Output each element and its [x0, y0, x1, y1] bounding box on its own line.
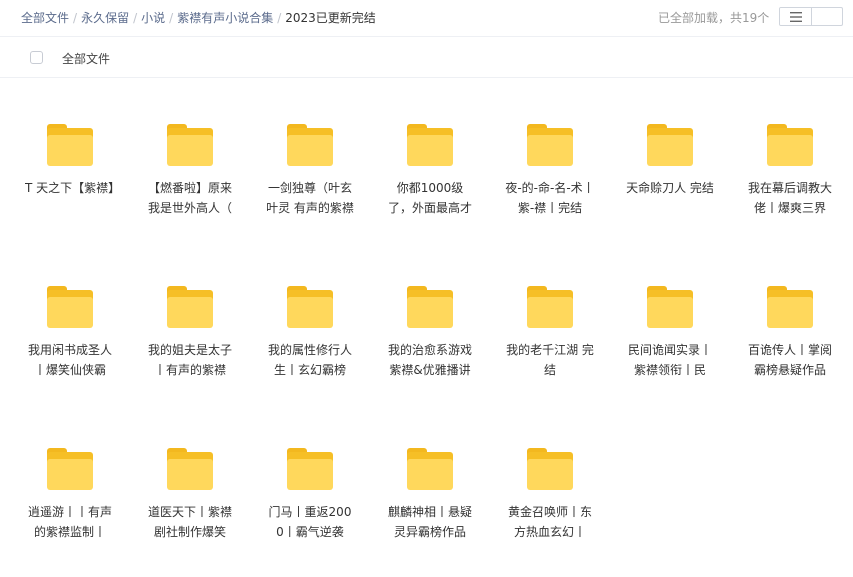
folder-item[interactable]: 麒麟神相丨悬疑灵异霸榜作品 — [380, 448, 480, 542]
folder-name: 麒麟神相丨悬疑灵异霸榜作品 — [387, 505, 472, 539]
folder-name: 民间诡闻实录丨紫襟领衔丨民 — [627, 343, 712, 377]
folder-item[interactable]: 门马丨重返2000丨霸气逆袭 — [260, 448, 360, 542]
folder-icon — [167, 286, 213, 328]
folder-name: 我在幕后调教大佬丨爆爽三界 — [747, 181, 832, 215]
folder-name: 我用闲书成圣人丨爆笑仙侠霸 — [27, 343, 112, 377]
folder-name: 我的属性修行人生丨玄幻霸榜 — [267, 343, 352, 377]
folder-icon — [167, 448, 213, 490]
folder-icon — [647, 124, 693, 166]
folder-item[interactable]: 逍遥游丨丨有声的紫襟监制丨 — [20, 448, 120, 542]
folder-icon — [47, 448, 93, 490]
folder-icon — [647, 286, 693, 328]
folder-item[interactable]: 黄金召唤师丨东方热血玄幻丨 — [500, 448, 600, 542]
folder-icon — [407, 286, 453, 328]
list-header: 全部文件 — [0, 37, 853, 78]
breadcrumb-item-all-files[interactable]: 全部文件 — [21, 11, 69, 25]
breadcrumb-separator: / — [73, 11, 78, 25]
folder-item[interactable]: 我的姐夫是太子丨有声的紫襟 — [140, 286, 240, 380]
select-all-checkbox[interactable] — [30, 51, 43, 64]
folder-name: 天命赊刀人 完结 — [626, 181, 714, 195]
folder-icon — [47, 124, 93, 166]
folder-item[interactable]: 夜-的-命-名-术丨紫-襟丨完结 — [500, 124, 600, 218]
folder-name: 逍遥游丨丨有声的紫襟监制丨 — [27, 505, 112, 539]
folder-grid: T 天之下【紫襟】 【燃番啦】原来我是世外高人（ 一剑独尊（叶玄叶灵 有声的紫襟 你都… — [0, 78, 853, 577]
folder-name: 黄金召唤师丨东方热血玄幻丨 — [507, 505, 592, 539]
folder-icon — [287, 124, 333, 166]
folder-item[interactable]: 我在幕后调教大佬丨爆爽三界 — [740, 124, 840, 218]
folder-name: 我的姐夫是太子丨有声的紫襟 — [147, 343, 232, 377]
folder-item[interactable]: 我的属性修行人生丨玄幻霸榜 — [260, 286, 360, 380]
folder-icon — [287, 286, 333, 328]
folder-item[interactable]: 我用闲书成圣人丨爆笑仙侠霸 — [20, 286, 120, 380]
breadcrumb-item-collection[interactable]: 紫襟有声小说合集 — [177, 11, 273, 25]
folder-name: 你都1000级了，外面最高才 — [387, 181, 472, 215]
breadcrumb-separator: / — [169, 11, 174, 25]
folder-icon — [767, 124, 813, 166]
folder-icon — [767, 286, 813, 328]
folder-name: 百诡传人丨掌阅霸榜悬疑作品 — [747, 343, 832, 377]
load-status: 已全部加载，共19个 — [658, 11, 770, 25]
list-icon — [789, 11, 802, 22]
folder-name: 夜-的-命-名-术丨紫-襟丨完结 — [505, 181, 595, 215]
folder-item[interactable]: T 天之下【紫襟】 — [20, 124, 120, 218]
folder-item[interactable]: 道医天下丨紫襟剧社制作爆笑 — [140, 448, 240, 542]
folder-icon — [47, 286, 93, 328]
top-bar: 全部文件 / 永久保留 / 小说 / 紫襟有声小说合集/2023已更新完结 已全部加载，共1… — [0, 0, 853, 37]
folder-icon — [167, 124, 213, 166]
list-view-button[interactable] — [780, 8, 812, 25]
folder-name: 道医天下丨紫襟剧社制作爆笑 — [147, 505, 232, 539]
folder-name: 门马丨重返2000丨霸气逆袭 — [268, 505, 352, 539]
folder-icon — [287, 448, 333, 490]
folder-item[interactable]: 一剑独尊（叶玄叶灵 有声的紫襟 — [260, 124, 360, 218]
folder-item[interactable]: 【燃番啦】原来我是世外高人（ — [140, 124, 240, 218]
folder-item[interactable]: 你都1000级了，外面最高才 — [380, 124, 480, 218]
breadcrumb-separator: / — [277, 11, 282, 25]
folder-icon — [407, 124, 453, 166]
folder-item[interactable]: 民间诡闻实录丨紫襟领衔丨民 — [620, 286, 720, 380]
breadcrumb: 全部文件 / 永久保留 / 小说 / 紫襟有声小说合集/2023已更新完结 — [21, 9, 376, 26]
folder-name: 【燃番啦】原来我是世外高人（ — [147, 181, 232, 215]
folder-icon — [527, 448, 573, 490]
folder-item[interactable]: 百诡传人丨掌阅霸榜悬疑作品 — [740, 286, 840, 380]
breadcrumb-item-permanent[interactable]: 永久保留 — [81, 11, 129, 25]
folder-icon — [407, 448, 453, 490]
all-files-label: 全部文件 — [62, 52, 111, 66]
folder-icon — [527, 286, 573, 328]
folder-item[interactable]: 我的治愈系游戏紫襟&优雅播讲 — [380, 286, 480, 380]
folder-name: 一剑独尊（叶玄叶灵 有声的紫襟 — [266, 181, 354, 215]
folder-name: T 天之下【紫襟】 — [25, 181, 115, 195]
folder-name: 我的治愈系游戏紫襟&优雅播讲 — [387, 343, 472, 377]
folder-icon — [527, 124, 573, 166]
view-toggle — [779, 7, 843, 26]
folder-item[interactable]: 天命赊刀人 完结 — [620, 124, 720, 218]
breadcrumb-current: 2023已更新完结 — [285, 11, 376, 25]
breadcrumb-item-novels[interactable]: 小说 — [141, 11, 165, 25]
folder-item[interactable]: 我的老千江湖 完结 — [500, 286, 600, 380]
breadcrumb-separator: / — [133, 11, 138, 25]
folder-name: 我的老千江湖 完结 — [506, 343, 594, 377]
